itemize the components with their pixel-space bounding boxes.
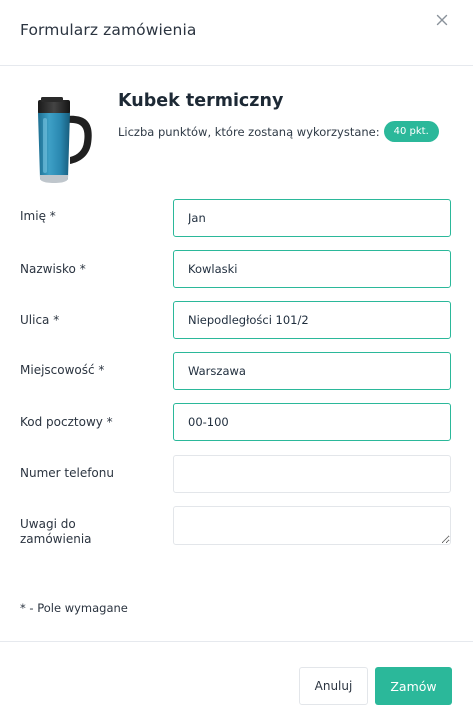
street-label: Ulica * (20, 313, 60, 327)
cancel-button[interactable]: Anuluj (299, 667, 368, 705)
points-badge: 40 pkt. (383, 121, 439, 142)
notes-label: Uwagi do zamówienia (20, 517, 92, 547)
modal-header: Formularz zamówienia (0, 0, 473, 66)
product-summary: Kubek termiczny Liczba punktów, które zo… (0, 66, 473, 191)
postal-code-label: Kod pocztowy * (20, 415, 113, 429)
notes-label-line1: Uwagi do (20, 517, 76, 531)
phone-label: Numer telefonu (20, 466, 114, 480)
notes-label-line2: zamówienia (20, 532, 92, 546)
product-name: Kubek termiczny (118, 91, 284, 111)
city-input[interactable] (173, 352, 451, 390)
phone-input[interactable] (173, 455, 451, 493)
city-label: Miejscowość * (20, 363, 105, 377)
thermal-mug-image (38, 97, 92, 183)
submit-order-button[interactable]: Zamów (375, 667, 452, 705)
last-name-input[interactable] (173, 250, 451, 288)
first-name-label: Imię * (20, 209, 56, 223)
modal-footer: Anuluj Zamów (0, 641, 473, 726)
last-name-label: Nazwisko * (20, 262, 86, 276)
first-name-input[interactable] (173, 199, 451, 237)
required-fields-note: * - Pole wymagane (20, 601, 128, 615)
notes-textarea[interactable] (173, 506, 451, 545)
close-icon[interactable] (432, 10, 452, 30)
postal-code-input[interactable] (173, 403, 451, 441)
points-info: Liczba punktów, które zostaną wykorzysta… (118, 121, 439, 142)
points-text: Liczba punktów, które zostaną wykorzysta… (118, 124, 380, 139)
modal-title: Formularz zamówienia (20, 21, 197, 39)
street-input[interactable] (173, 301, 451, 339)
